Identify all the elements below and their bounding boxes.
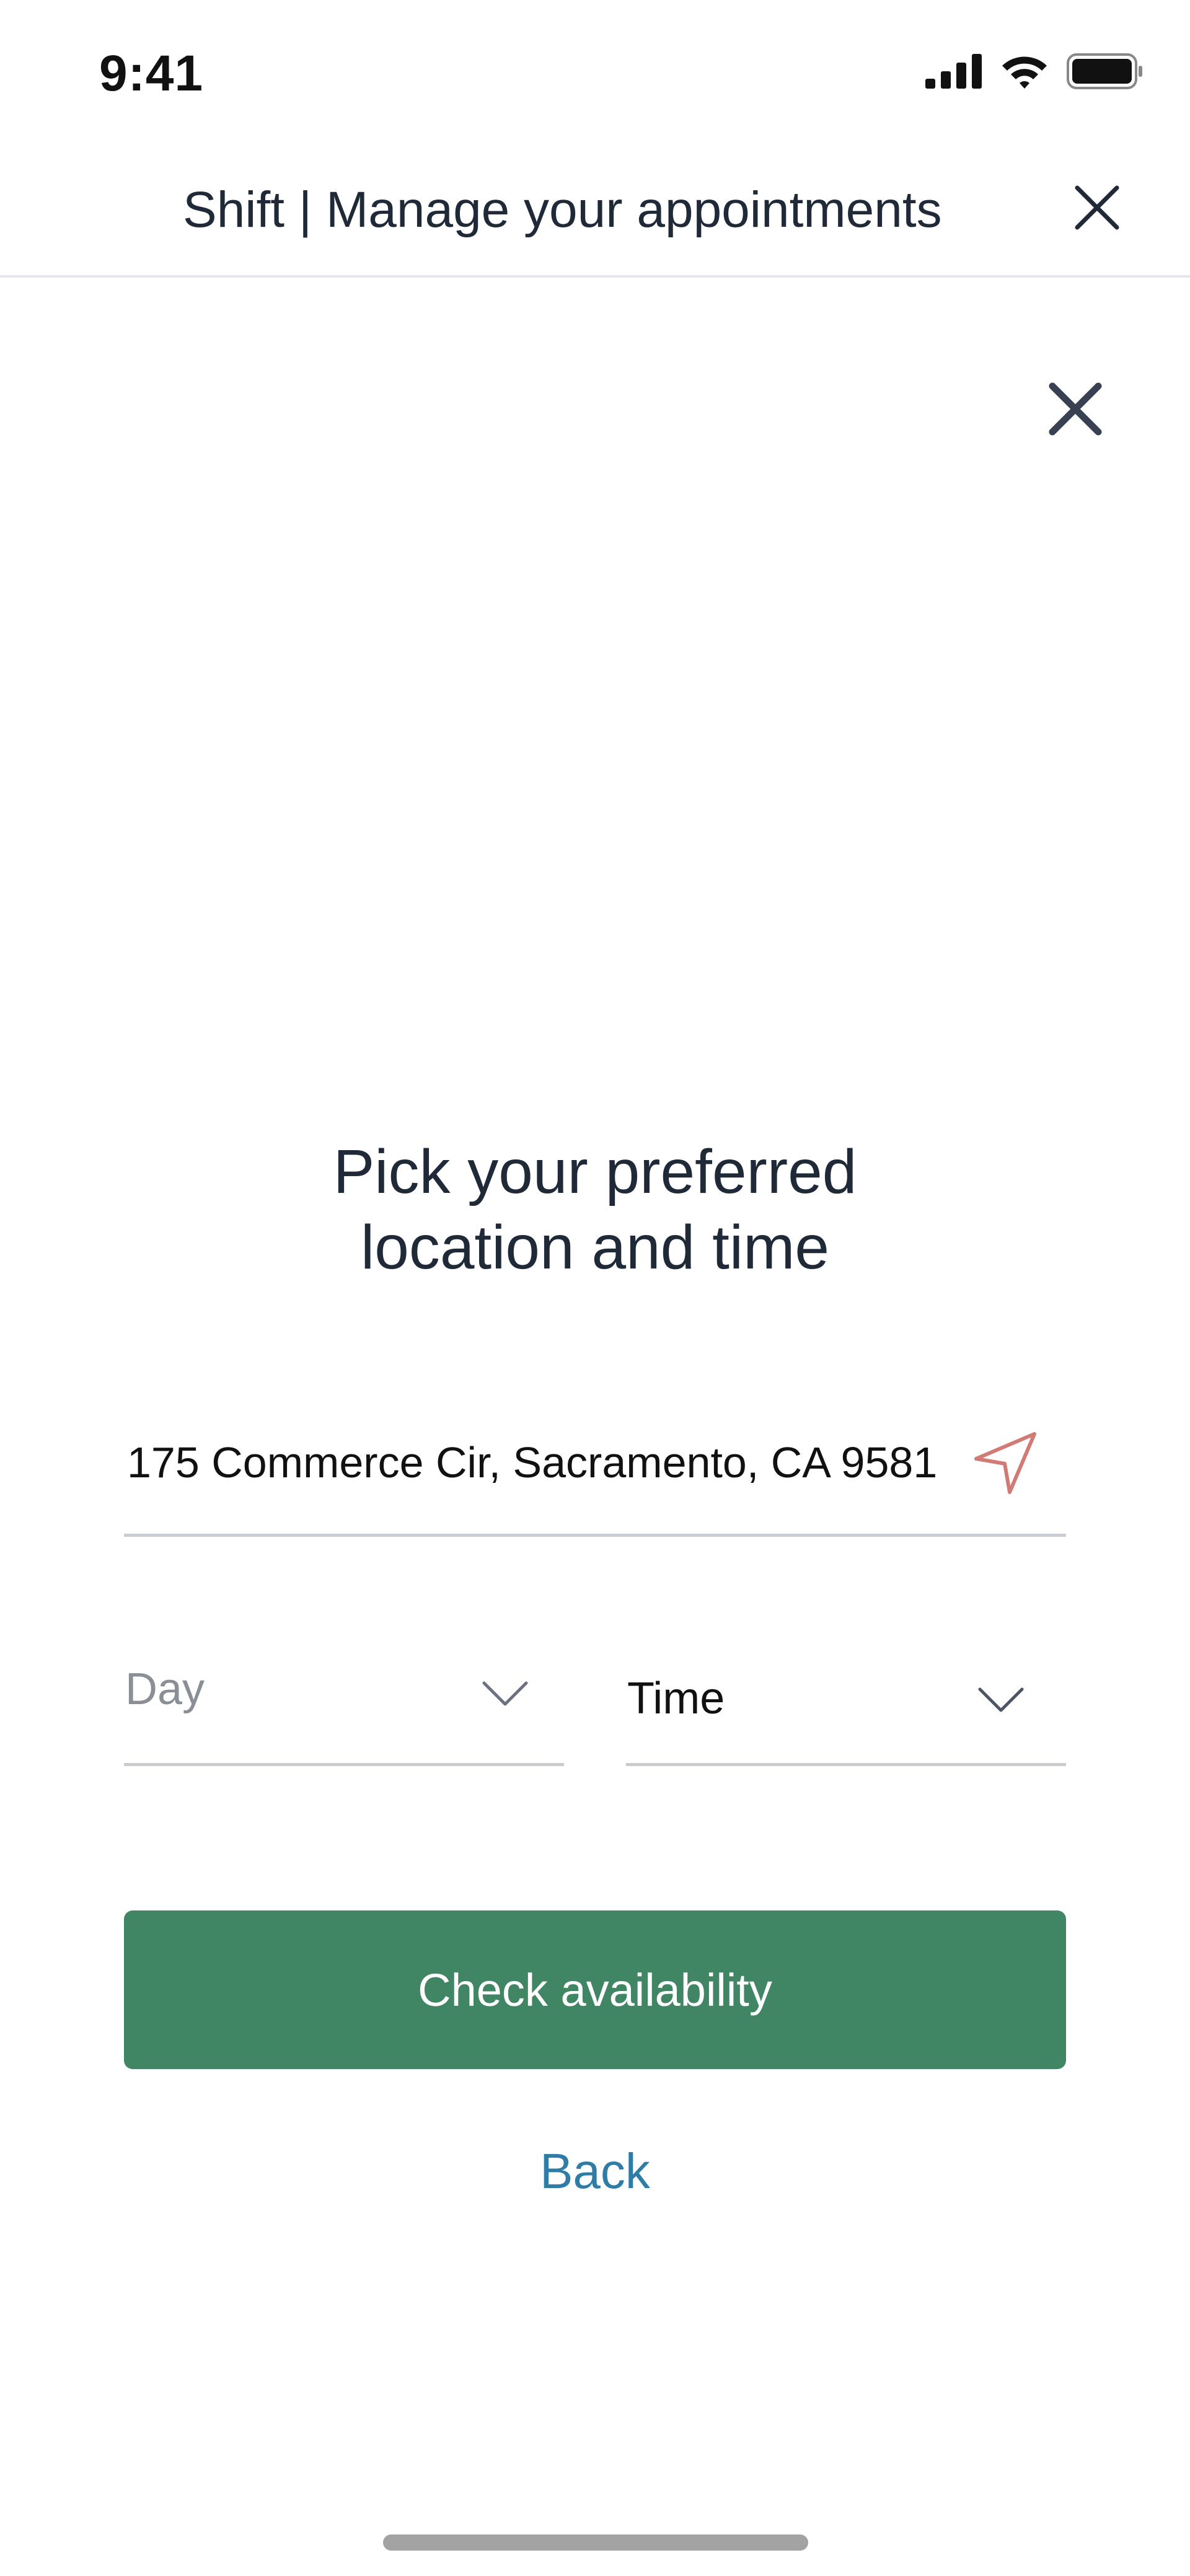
- chevron-down-icon: [482, 1681, 528, 1706]
- status-icons: [925, 53, 1144, 89]
- check-availability-button[interactable]: Check availability: [124, 1910, 1066, 2069]
- day-select[interactable]: Day: [124, 1636, 564, 1766]
- heading-line-1: Pick your preferred: [333, 1137, 857, 1207]
- time-value: Time: [627, 1674, 725, 1723]
- status-bar: 9:41: [0, 0, 1190, 143]
- header-title: Shift | Manage your appointments: [183, 182, 942, 238]
- address-value[interactable]: 175 Commerce Cir, Sacramento, CA 9581: [127, 1438, 958, 1487]
- wifi-icon: [1002, 56, 1047, 89]
- home-indicator: [383, 2534, 808, 2551]
- status-time: 9:41: [99, 45, 204, 102]
- app-header: Shift | Manage your appointments: [0, 143, 1190, 278]
- day-placeholder: Day: [125, 1664, 205, 1714]
- chevron-down-icon: [978, 1687, 1024, 1712]
- close-icon[interactable]: [1072, 183, 1122, 232]
- location-arrow-icon[interactable]: [970, 1428, 1039, 1497]
- back-link[interactable]: Back: [0, 2143, 1190, 2200]
- heading-line-2: location and time: [360, 1213, 829, 1282]
- battery-icon: [1067, 53, 1142, 89]
- close-icon[interactable]: [1047, 381, 1103, 437]
- address-input[interactable]: 175 Commerce Cir, Sacramento, CA 9581: [124, 1419, 1066, 1537]
- page-heading: Pick your preferred location and time: [0, 1134, 1190, 1285]
- cellular-signal-icon: [925, 54, 982, 89]
- time-select[interactable]: Time: [626, 1636, 1066, 1766]
